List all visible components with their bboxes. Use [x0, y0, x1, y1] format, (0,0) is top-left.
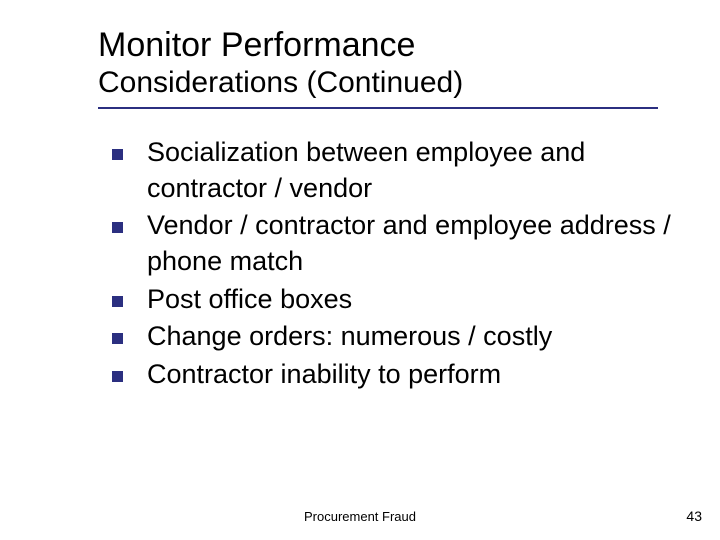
bullet-list: Socialization between employee and contr…: [112, 135, 680, 392]
square-bullet-icon: [112, 222, 123, 233]
slide-title: Monitor Performance: [98, 26, 680, 65]
square-bullet-icon: [112, 296, 123, 307]
bullet-text: Socialization between employee and contr…: [147, 135, 680, 206]
list-item: Vendor / contractor and employee address…: [112, 208, 680, 279]
list-item: Change orders: numerous / costly: [112, 319, 680, 355]
bullet-text: Change orders: numerous / costly: [147, 319, 552, 355]
slide: Monitor Performance Considerations (Cont…: [0, 0, 720, 540]
slide-subtitle: Considerations (Continued): [98, 65, 680, 101]
page-number: 43: [686, 508, 702, 524]
bullet-text: Vendor / contractor and employee address…: [147, 208, 680, 279]
bullet-text: Contractor inability to perform: [147, 357, 501, 393]
list-item: Post office boxes: [112, 282, 680, 318]
list-item: Socialization between employee and contr…: [112, 135, 680, 206]
square-bullet-icon: [112, 149, 123, 160]
square-bullet-icon: [112, 371, 123, 382]
square-bullet-icon: [112, 333, 123, 344]
footer-title: Procurement Fraud: [0, 509, 720, 524]
list-item: Contractor inability to perform: [112, 357, 680, 393]
title-underline: [98, 107, 658, 109]
title-block: Monitor Performance Considerations (Cont…: [98, 26, 680, 109]
bullet-text: Post office boxes: [147, 282, 352, 318]
